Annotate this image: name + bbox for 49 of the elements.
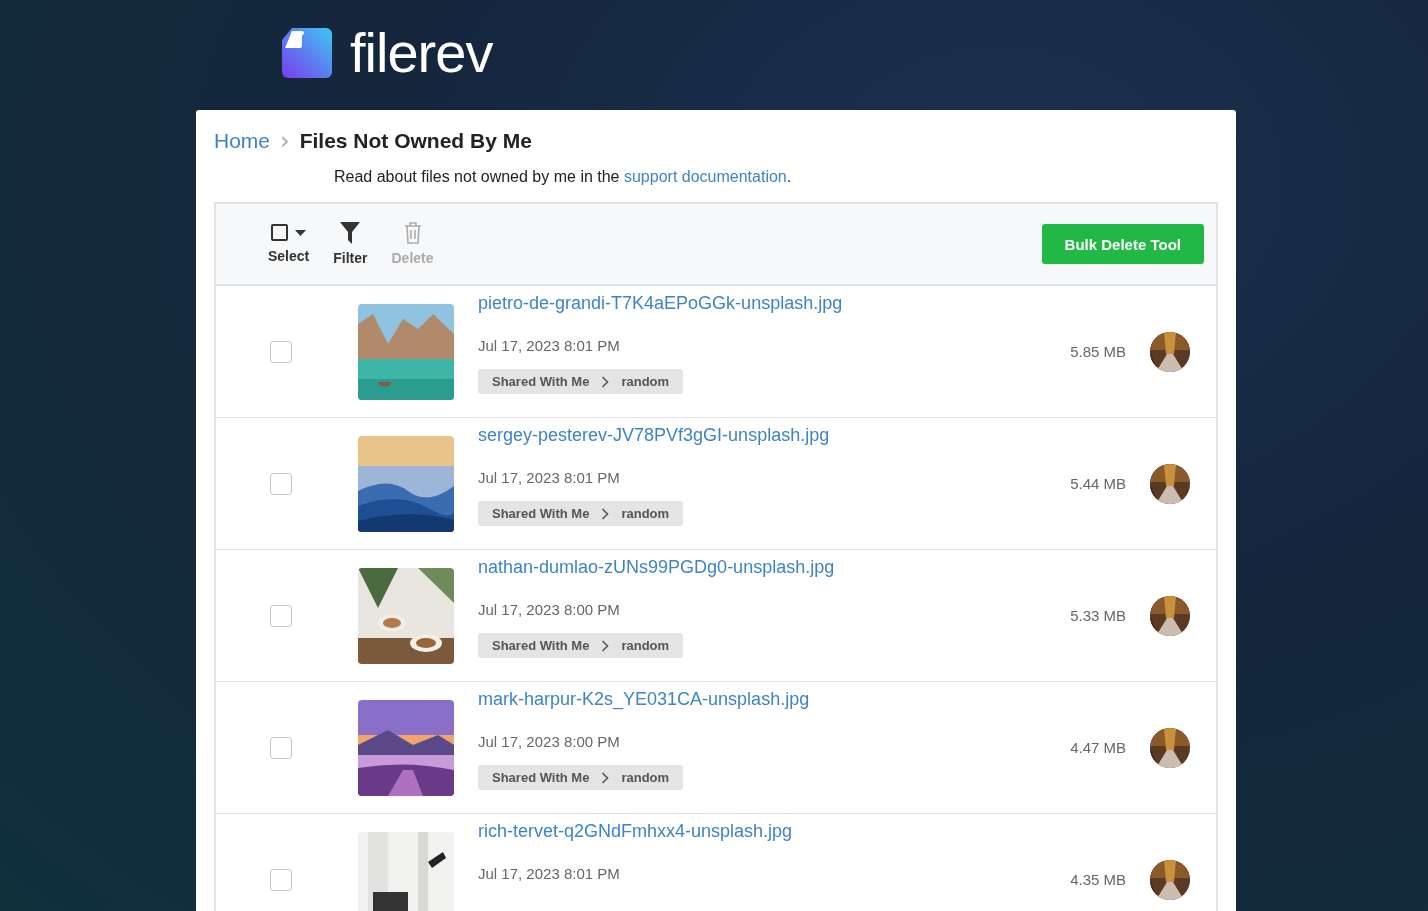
breadcrumb-separator: ›	[280, 127, 290, 155]
folder-path-tag[interactable]: Shared With Me random	[478, 633, 684, 658]
folder-path-tag[interactable]: Shared With Me random	[478, 501, 684, 526]
file-date: Jul 17, 2023 8:01 PM	[478, 337, 620, 356]
support-documentation-link[interactable]: support documentation	[623, 168, 787, 185]
logo-text: filerev	[350, 25, 493, 81]
trash-icon	[403, 222, 422, 244]
folder-name: random	[621, 506, 670, 521]
select-button[interactable]: Select	[266, 220, 312, 268]
row-checkbox[interactable]	[270, 736, 292, 759]
logo-icon	[282, 28, 332, 78]
chevron-right-icon	[601, 507, 610, 520]
folder-name: Shared With Me	[492, 374, 590, 389]
chevron-right-icon	[601, 771, 610, 784]
folder-name: Shared With Me	[492, 770, 590, 785]
folder-path-tag[interactable]: Shared With Me random	[478, 369, 684, 394]
row-checkbox[interactable]	[270, 868, 292, 891]
home-link[interactable]: Home	[214, 129, 271, 153]
file-name-link[interactable]: rich-tervet-q2GNdFmhxx4-unsplash.jpg	[478, 821, 793, 851]
file-date: Jul 17, 2023 8:01 PM	[478, 469, 620, 488]
file-size: 4.47 MB	[1070, 739, 1126, 756]
chevron-right-icon	[601, 375, 610, 388]
bulk-delete-button[interactable]: Bulk Delete Tool	[1041, 224, 1204, 264]
row-checkbox[interactable]	[270, 604, 292, 627]
file-name-link[interactable]: mark-harpur-K2s_YE031CA-unsplash.jpg	[478, 689, 810, 719]
row-checkbox[interactable]	[270, 472, 292, 495]
row-checkbox[interactable]	[270, 340, 292, 363]
file-size: 4.35 MB	[1070, 871, 1126, 888]
folder-name: random	[621, 638, 670, 653]
filter-icon	[340, 222, 361, 244]
folder-name: Shared With Me	[492, 638, 590, 653]
chevron-right-icon	[601, 639, 610, 652]
filter-button[interactable]: Filter	[331, 218, 370, 270]
file-size: 5.85 MB	[1070, 343, 1126, 360]
file-name-link[interactable]: nathan-dumlao-zUNs99PGDg0-unsplash.jpg	[478, 557, 835, 587]
folder-name: Shared With Me	[492, 506, 590, 521]
file-date: Jul 17, 2023 8:00 PM	[478, 601, 620, 620]
file-name-link[interactable]: sergey-pesterev-JV78PVf3gGI-unsplash.jpg	[478, 425, 830, 455]
file-date: Jul 17, 2023 8:00 PM	[478, 733, 620, 752]
folder-path-tag[interactable]: Shared With Me random	[478, 765, 684, 790]
folder-name: random	[621, 374, 670, 389]
file-size: 5.44 MB	[1070, 475, 1126, 492]
page-title: Files Not Owned By Me	[299, 129, 532, 153]
file-date: Jul 17, 2023 8:01 PM	[478, 865, 620, 884]
intro-text: Read about files not owned by me in the support documentation.	[334, 168, 793, 186]
folder-name: random	[621, 770, 670, 785]
checkbox-dropdown-icon	[270, 224, 307, 242]
file-size: 5.33 MB	[1070, 607, 1126, 624]
file-name-link[interactable]: pietro-de-grandi-T7K4aEPoGGk-unsplash.jpg	[478, 293, 843, 323]
